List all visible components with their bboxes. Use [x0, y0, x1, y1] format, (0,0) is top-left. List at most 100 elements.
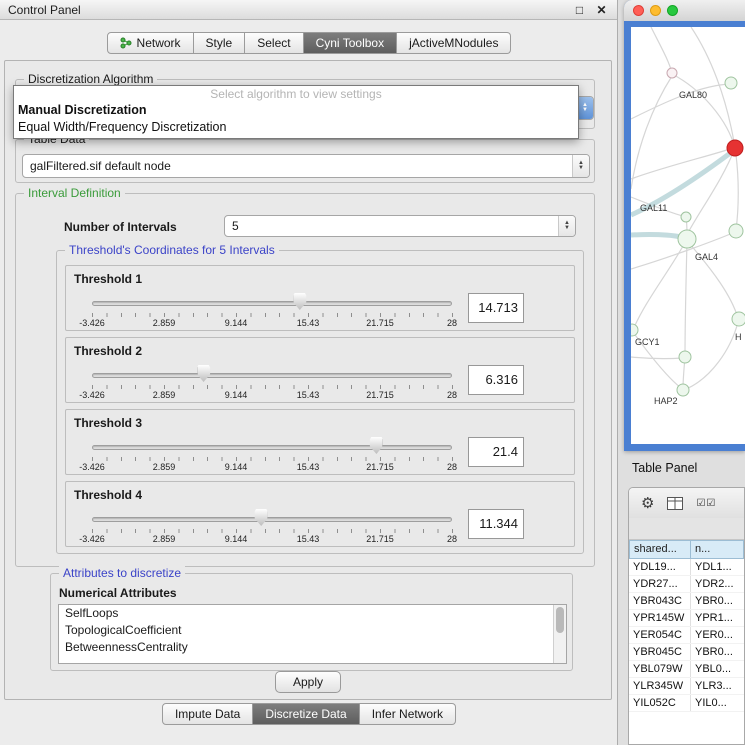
- slider-track[interactable]: [92, 301, 452, 306]
- column-checkboxes-icon[interactable]: ☑☑: [696, 498, 716, 509]
- bottom-tab-infer-network[interactable]: Infer Network: [360, 703, 456, 725]
- minimize-traffic-light-icon[interactable]: [650, 5, 661, 16]
- table-row[interactable]: YDL19...YDL1...: [629, 559, 744, 576]
- slider-scale-label: 21.715: [366, 462, 394, 472]
- network-node[interactable]: [667, 68, 677, 78]
- slider-thumb[interactable]: [370, 437, 383, 454]
- table-row[interactable]: YBR043CYBR0...: [629, 593, 744, 610]
- table-row[interactable]: YBL079WYBL0...: [629, 661, 744, 678]
- slider-track[interactable]: [92, 445, 452, 450]
- table-row[interactable]: YLR345WYLR3...: [629, 678, 744, 695]
- gear-icon[interactable]: ⚙: [641, 496, 654, 511]
- attribute-item[interactable]: SelfLoops: [59, 605, 566, 622]
- threshold-label: Threshold 3: [74, 416, 142, 430]
- threshold-slider[interactable]: -3.4262.8599.14415.4321.71528: [92, 432, 452, 474]
- tab-label: Network: [137, 36, 181, 50]
- slider-scale-label: 15.43: [297, 318, 320, 328]
- threshold-slider[interactable]: -3.4262.8599.14415.4321.71528: [92, 360, 452, 402]
- table-data-group: Table Data galFiltered.sif default node …: [15, 139, 595, 183]
- network-node-selected[interactable]: [727, 140, 743, 156]
- table-data-combo[interactable]: galFiltered.sif default node ▲▼: [22, 154, 590, 178]
- apply-button[interactable]: Apply: [275, 671, 341, 693]
- bottom-tab-impute-data[interactable]: Impute Data: [162, 703, 253, 725]
- discretization-algorithm-group-title: Discretization Algorithm: [24, 72, 157, 86]
- table-row[interactable]: YIL052CYIL0...: [629, 695, 744, 712]
- table-row[interactable]: YDR27...YDR2...: [629, 576, 744, 593]
- network-edge: [684, 322, 738, 390]
- close-traffic-light-icon[interactable]: [633, 5, 644, 16]
- slider-scale-label: -3.426: [79, 318, 105, 328]
- attributes-list[interactable]: SelfLoopsTopologicalCoefficientBetweenne…: [58, 604, 567, 664]
- network-node[interactable]: [678, 230, 696, 248]
- combo-stepper-icon[interactable]: ▲▼: [558, 216, 575, 236]
- slider-thumb[interactable]: [293, 293, 306, 310]
- network-node[interactable]: [677, 384, 689, 396]
- table-cell: YBR045C: [629, 644, 691, 660]
- threshold-value-field[interactable]: 6.316: [468, 365, 524, 395]
- table-cell: YLR3...: [691, 678, 744, 694]
- network-node[interactable]: [725, 77, 737, 89]
- attributes-group: Attributes to discretize Numerical Attri…: [50, 573, 573, 671]
- table-cell: YDL19...: [629, 559, 691, 575]
- threshold-value-field[interactable]: 21.4: [468, 437, 524, 467]
- combo-stepper-icon[interactable]: ▲▼: [572, 155, 589, 177]
- threshold-slider[interactable]: -3.4262.8599.14415.4321.71528: [92, 504, 452, 546]
- network-edge-thick: [631, 235, 681, 237]
- attributes-scrollbar[interactable]: [553, 605, 566, 663]
- tab-label: Discretize Data: [265, 707, 346, 721]
- slider-thumb[interactable]: [197, 365, 210, 382]
- network-node[interactable]: [681, 212, 691, 222]
- slider-scale-label: 15.43: [297, 534, 320, 544]
- column-header-shared-name[interactable]: shared...: [629, 540, 691, 559]
- columns-icon[interactable]: [667, 497, 683, 510]
- algorithm-option[interactable]: Manual Discretization: [14, 102, 578, 119]
- numerical-attributes-label: Numerical Attributes: [59, 586, 177, 600]
- network-node[interactable]: [679, 351, 691, 363]
- algorithm-option[interactable]: Equal Width/Frequency Discretization: [14, 119, 578, 136]
- bottom-tab-discretize-data[interactable]: Discretize Data: [253, 703, 359, 725]
- threshold-value-field[interactable]: 14.713: [468, 293, 524, 323]
- tab-cyni-toolbox[interactable]: Cyni Toolbox: [304, 32, 397, 54]
- slider-track[interactable]: [92, 517, 452, 522]
- slider-track[interactable]: [92, 373, 452, 378]
- table-panel-window: ⚙ ☑☑ shared... n... YDL19...YDL1...YDR27…: [628, 487, 745, 745]
- slider-scale-label: 28: [447, 318, 457, 328]
- zoom-traffic-light-icon[interactable]: [667, 5, 678, 16]
- table-row[interactable]: YBR045CYBR0...: [629, 644, 744, 661]
- threshold-label: Threshold 2: [74, 344, 142, 358]
- threshold-box: Threshold 3 -3.4262.8599.14415.4321.7152…: [65, 409, 575, 475]
- tab-jactivemnodules[interactable]: jActiveMNodules: [397, 32, 511, 54]
- table-cell: YBL079W: [629, 661, 691, 677]
- attribute-item[interactable]: TopologicalCoefficient: [59, 622, 566, 639]
- threshold-value-field[interactable]: 11.344: [468, 509, 524, 539]
- network-edge: [736, 155, 738, 230]
- num-intervals-combo-text: 5: [225, 219, 558, 233]
- tab-style[interactable]: Style: [194, 32, 246, 54]
- tab-label: jActiveMNodules: [409, 36, 498, 50]
- interval-definition-group: Interval Definition Number of Intervals …: [15, 193, 595, 567]
- close-window-icon[interactable]: ✕: [594, 3, 609, 17]
- tab-network[interactable]: Network: [107, 32, 194, 54]
- table-toolbar-strip: [629, 518, 744, 540]
- network-node[interactable]: [729, 224, 743, 238]
- slider-scale-label: 21.715: [366, 318, 394, 328]
- column-header-name[interactable]: n...: [691, 540, 744, 559]
- num-intervals-combo[interactable]: 5 ▲▼: [224, 215, 576, 237]
- tab-select[interactable]: Select: [245, 32, 303, 54]
- table-row[interactable]: YPR145WYPR1...: [629, 610, 744, 627]
- attribute-item[interactable]: BetweennessCentrality: [59, 639, 566, 656]
- threshold-slider[interactable]: -3.4262.8599.14415.4321.71528: [92, 288, 452, 330]
- network-node[interactable]: [732, 312, 745, 326]
- slider-scale-label: 9.144: [225, 534, 248, 544]
- network-window-titlebar: [624, 0, 745, 21]
- network-view-window: GAL80GAL11GAL4GCY1HAP2H: [624, 0, 745, 451]
- table-row[interactable]: YER054CYER0...: [629, 627, 744, 644]
- slider-scale: -3.4262.8599.14415.4321.71528: [92, 462, 452, 473]
- network-canvas[interactable]: GAL80GAL11GAL4GCY1HAP2H: [631, 27, 745, 444]
- network-node[interactable]: [631, 324, 638, 336]
- threshold-box: Threshold 1 -3.4262.8599.14415.4321.7152…: [65, 265, 575, 331]
- float-window-icon[interactable]: □: [572, 3, 587, 17]
- slider-thumb[interactable]: [255, 509, 268, 526]
- scrollbar-thumb[interactable]: [556, 607, 564, 633]
- table-cell: YDL1...: [691, 559, 744, 575]
